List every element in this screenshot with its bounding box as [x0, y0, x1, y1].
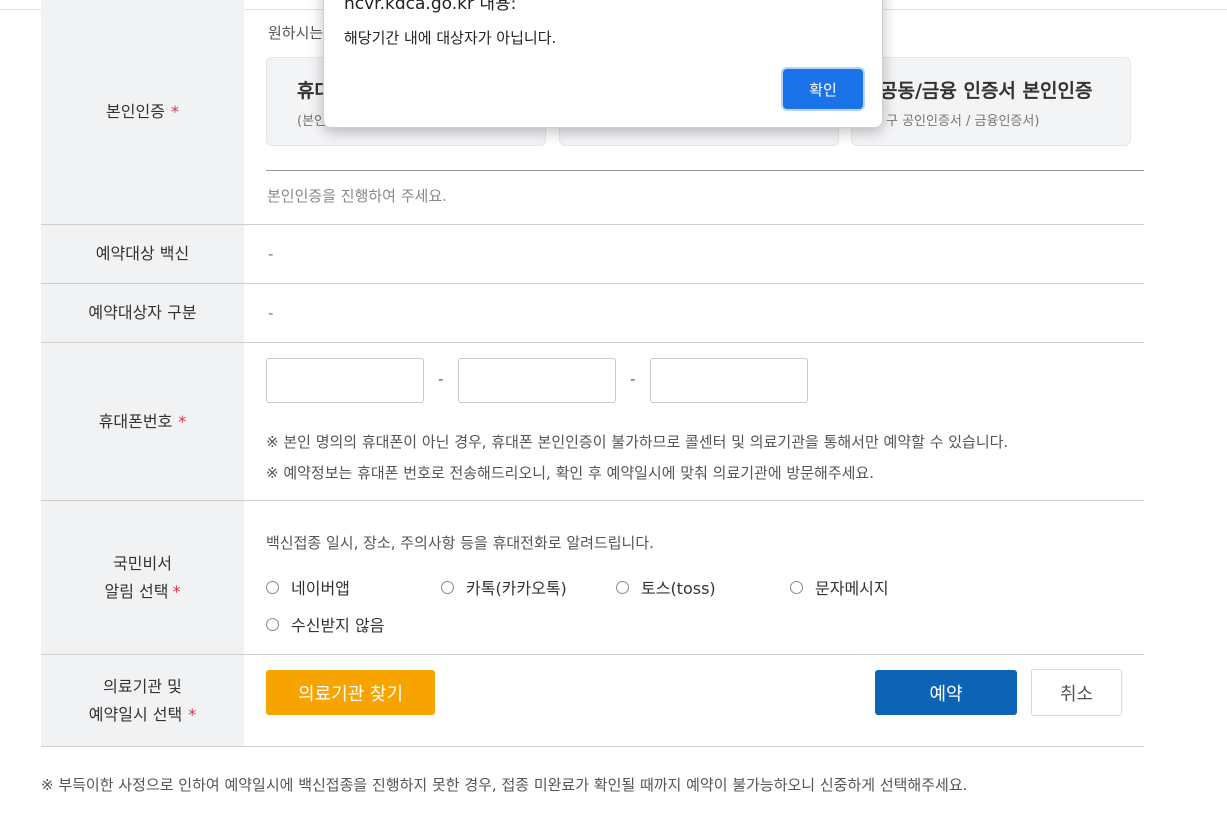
label-text-line2: 예약일시 선택	[88, 704, 183, 724]
target-type-content: -	[244, 284, 1144, 342]
phone-note-2: ※ 예약정보는 휴대폰 번호로 전송해드리오니, 확인 후 예약일시에 맞춰 의…	[266, 464, 874, 482]
label-text: 예약대상 백신	[95, 244, 190, 263]
vaccine-content: -	[244, 225, 1144, 283]
radio-circle-icon[interactable]	[616, 580, 629, 594]
dialog-ok-button[interactable]: 확인	[783, 69, 863, 109]
auth-status-message: 본인인증을 진행하여 주세요.	[267, 187, 447, 205]
notify-content: 백신접종 일시, 장소, 주의사항 등을 휴대전화로 알려드립니다. 네이버앱 …	[244, 501, 1144, 654]
phone-separator: -	[630, 370, 636, 388]
auth-intro-text: 원하시는	[268, 24, 324, 42]
footnote-text: ※ 부득이한 사정으로 인하여 예약일시에 백신접종을 진행하지 못한 경우, …	[41, 776, 968, 794]
required-mark: *	[172, 581, 181, 601]
label-text: 본인인증	[106, 102, 165, 121]
phone-note-1: ※ 본인 명의의 휴대폰이 아닌 경우, 휴대폰 본인인증이 불가하므로 콜센터…	[266, 433, 1009, 451]
label-vaccine: 예약대상 백신	[41, 225, 244, 283]
radio-sms[interactable]: 문자메시지	[790, 575, 889, 599]
label-identity-verification: 본인인증 *	[41, 0, 244, 224]
label-text: 휴대폰번호	[98, 411, 173, 431]
radio-naver-app[interactable]: 네이버앱	[266, 575, 350, 599]
find-hospital-button[interactable]: 의료기관 찾기	[266, 670, 435, 715]
radio-circle-icon[interactable]	[266, 580, 279, 594]
auth-method-title: 공동/금융 인증서 본인인증	[880, 80, 1093, 102]
phone-separator: -	[438, 370, 444, 388]
vaccine-value: -	[268, 245, 274, 263]
row-notify: 국민비서 알림 선택 * 백신접종 일시, 장소, 주의사항 등을 휴대전화로 알…	[41, 501, 1144, 655]
row-vaccine: 예약대상 백신 -	[41, 225, 1144, 284]
radio-circle-icon[interactable]	[266, 617, 279, 631]
reserve-button[interactable]: 예약	[875, 670, 1017, 715]
auth-method-subtitle: 구 공인인증서 / 금융인증서)	[886, 114, 1040, 129]
hospital-content: 의료기관 찾기 예약 취소	[244, 655, 1144, 746]
phone-field-3[interactable]	[650, 358, 808, 403]
target-type-value: -	[268, 304, 274, 322]
radio-circle-icon[interactable]	[441, 580, 454, 594]
label-text-line2: 알림 선택	[104, 581, 169, 601]
label-notify: 국민비서 알림 선택 *	[41, 501, 244, 654]
auth-method-subtitle: (본인	[297, 114, 326, 129]
phone-field-2[interactable]	[458, 358, 616, 403]
row-hospital: 의료기관 및 예약일시 선택 * 의료기관 찾기 예약 취소	[41, 655, 1144, 747]
auth-message-divider	[266, 170, 1144, 171]
radio-circle-icon[interactable]	[790, 580, 803, 594]
label-target-type: 예약대상자 구분	[41, 284, 244, 342]
notify-description: 백신접종 일시, 장소, 주의사항 등을 휴대전화로 알려드립니다.	[266, 534, 654, 552]
auth-method-certificate[interactable]: 공동/금융 인증서 본인인증 구 공인인증서 / 금융인증서)	[851, 57, 1131, 146]
radio-toss[interactable]: 토스(toss)	[616, 575, 716, 599]
radio-kakaotalk[interactable]: 카톡(카카오톡)	[441, 575, 567, 599]
radio-label: 토스(toss)	[641, 579, 716, 598]
radio-label: 네이버앱	[291, 579, 350, 598]
radio-no-notification[interactable]: 수신받지 않음	[266, 612, 384, 636]
alert-dialog: ncvr.kdca.go.kr 내용: 해당기간 내에 대상자가 아닙니다. 확…	[323, 0, 883, 128]
radio-label: 수신받지 않음	[291, 616, 385, 635]
phone-field-1[interactable]	[266, 358, 424, 403]
label-hospital: 의료기관 및 예약일시 선택 *	[41, 655, 244, 746]
label-text-line1: 국민비서	[113, 553, 172, 573]
phone-content: - - ※ 본인 명의의 휴대폰이 아닌 경우, 휴대폰 본인인증이 불가하므로…	[244, 343, 1144, 500]
label-phone: 휴대폰번호 *	[41, 343, 244, 500]
row-phone: 휴대폰번호 * - - ※ 본인 명의의 휴대폰이 아닌 경우, 휴대폰 본인인증…	[41, 343, 1144, 501]
required-mark: *	[188, 704, 197, 724]
label-text-line1: 의료기관 및	[103, 676, 182, 696]
row-target-type: 예약대상자 구분 -	[41, 284, 1144, 343]
dialog-message: 해당기간 내에 대상자가 아닙니다.	[344, 29, 557, 47]
required-mark: *	[170, 102, 179, 121]
dialog-origin: ncvr.kdca.go.kr 내용:	[344, 0, 517, 14]
label-text: 예약대상자 구분	[88, 303, 197, 322]
radio-label: 카톡(카카오톡)	[466, 579, 567, 598]
radio-label: 문자메시지	[815, 579, 889, 598]
required-mark: *	[178, 411, 187, 431]
cancel-button[interactable]: 취소	[1031, 669, 1122, 716]
